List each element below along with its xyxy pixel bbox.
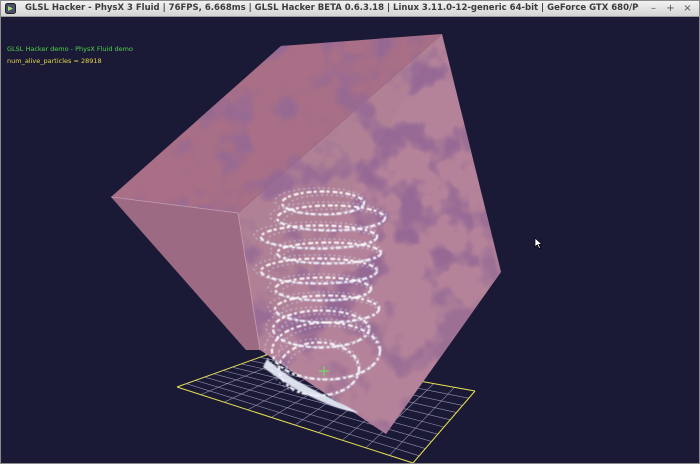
- mouse-pointer-icon: [534, 237, 543, 249]
- minimize-button[interactable]: –: [647, 2, 660, 15]
- close-button[interactable]: ×: [681, 2, 694, 15]
- app-window: GLSL Hacker - PhysX 3 Fluid | 76FPS, 6.6…: [0, 0, 700, 464]
- maximize-button[interactable]: +: [664, 2, 677, 15]
- fluid-container-cube: [110, 34, 501, 434]
- title-bar[interactable]: GLSL Hacker - PhysX 3 Fluid | 76FPS, 6.6…: [1, 1, 699, 17]
- cube-face-left: [111, 197, 260, 350]
- glsl-hacker-icon: [5, 3, 16, 14]
- demo-label: GLSL Hacker demo - PhysX Fluid demo: [7, 45, 133, 53]
- scene-canvas: [110, 34, 543, 463]
- window-title: GLSL Hacker - PhysX 3 Fluid | 76FPS, 6.6…: [25, 3, 639, 13]
- particle-count-label: num_alive_particles = 28918: [7, 57, 102, 65]
- render-viewport[interactable]: GLSL Hacker demo - PhysX Fluid demo num_…: [1, 17, 699, 463]
